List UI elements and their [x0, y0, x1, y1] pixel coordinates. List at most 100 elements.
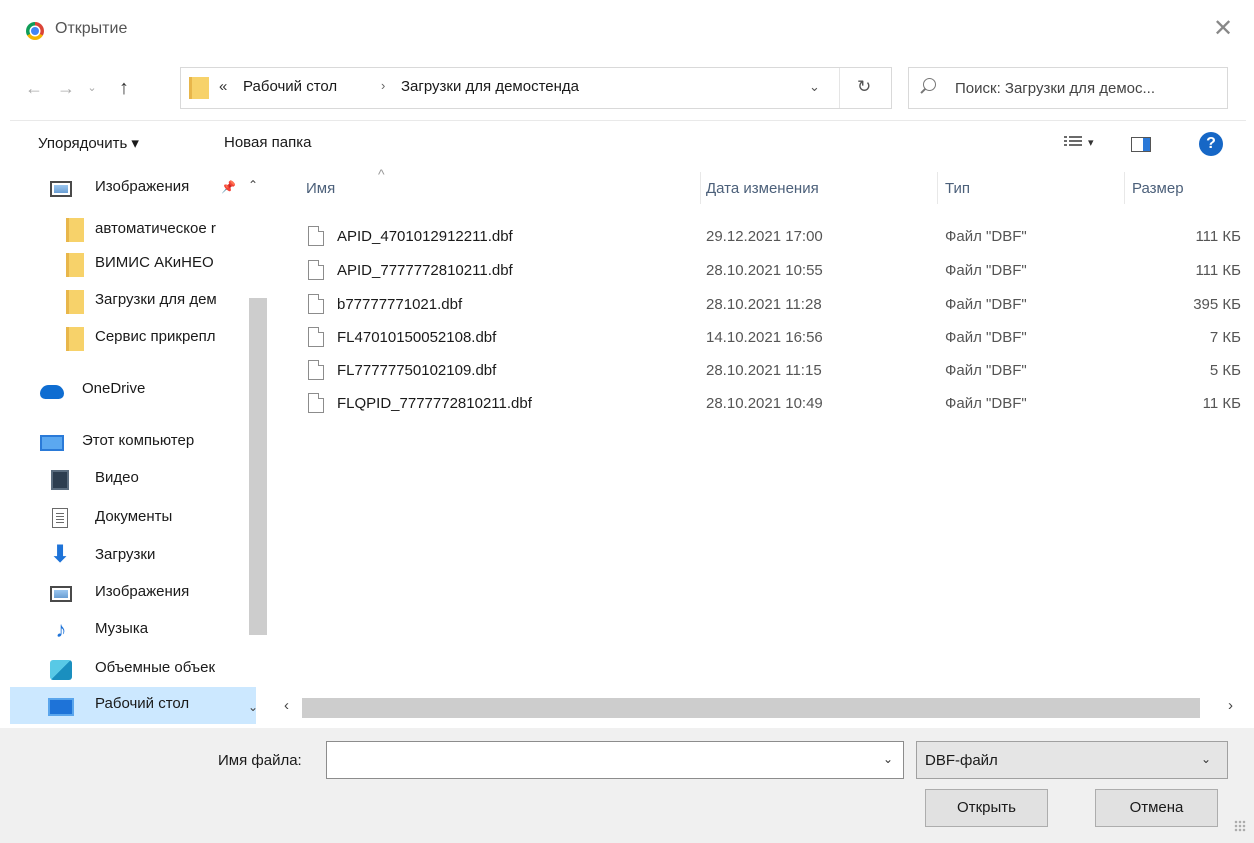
- filename-combobox[interactable]: ⌄: [326, 741, 904, 779]
- images-icon: [50, 181, 72, 197]
- refresh-icon[interactable]: ↻: [857, 77, 871, 97]
- sidebar-item-label: OneDrive: [82, 380, 146, 397]
- breadcrumb-separator-icon[interactable]: ›: [381, 78, 385, 93]
- cancel-button[interactable]: Отмена: [1095, 789, 1218, 827]
- sidebar-item-folder[interactable]: ВИМИС АКиНЕО: [10, 246, 256, 283]
- resize-grip-icon[interactable]: [1234, 820, 1246, 832]
- sidebar-item-images-pinned[interactable]: Изображения 📌: [10, 170, 256, 207]
- sidebar-item-label: Сервис прикрепл: [95, 328, 216, 345]
- images-icon: [50, 586, 72, 602]
- divider: [10, 120, 1246, 121]
- downloads-icon: ⬇: [49, 541, 71, 568]
- sidebar-item-label: Объемные объек: [95, 659, 216, 676]
- file-row[interactable]: FLQPID_7777772810211.dbf 28.10.2021 10:4…: [300, 387, 1245, 421]
- view-options-icon[interactable]: [1064, 136, 1082, 151]
- filename-input[interactable]: [327, 742, 867, 778]
- filename-label: Имя файла:: [218, 752, 302, 769]
- forward-arrow-icon[interactable]: →: [54, 76, 78, 100]
- file-type: Файл "DBF": [945, 262, 1027, 279]
- scroll-right-arrow-icon[interactable]: ›: [1228, 697, 1233, 714]
- file-icon: [308, 226, 324, 246]
- file-size: 111 КБ: [1195, 228, 1241, 245]
- sidebar-item-label: Изображения: [95, 583, 190, 600]
- sidebar-item-documents[interactable]: Документы: [10, 500, 256, 537]
- preview-pane-icon[interactable]: [1131, 137, 1151, 152]
- help-icon[interactable]: ?: [1199, 132, 1223, 156]
- file-type: Файл "DBF": [945, 296, 1027, 313]
- file-name: FLQPID_7777772810211.dbf: [337, 395, 532, 412]
- pin-icon[interactable]: 📌: [221, 180, 236, 194]
- file-date: 14.10.2021 16:56: [706, 329, 823, 346]
- cloud-icon: [40, 385, 64, 399]
- search-box[interactable]: [908, 67, 1228, 109]
- video-icon: [51, 470, 69, 490]
- sidebar-item-label: Музыка: [95, 620, 149, 637]
- open-button[interactable]: Открыть: [925, 789, 1048, 827]
- computer-icon: [40, 435, 64, 451]
- file-icon: [308, 393, 324, 413]
- sidebar-item-folder[interactable]: автоматическое r: [10, 211, 256, 248]
- chevron-down-icon[interactable]: ⌄: [809, 79, 820, 95]
- up-arrow-icon[interactable]: ↑: [112, 76, 136, 100]
- column-divider[interactable]: [1124, 172, 1125, 204]
- column-divider[interactable]: [937, 172, 938, 204]
- column-header-name[interactable]: Имя: [306, 180, 335, 197]
- organize-button[interactable]: Упорядочить ▾: [38, 134, 139, 152]
- horizontal-scrollbar-thumb[interactable]: [302, 698, 1200, 718]
- column-header-size[interactable]: Размер: [1132, 180, 1184, 197]
- folder-icon: [66, 327, 84, 351]
- file-type: Файл "DBF": [945, 395, 1027, 412]
- breadcrumb-downloads-demo[interactable]: Загрузки для демостенда: [401, 78, 579, 95]
- chevron-down-icon[interactable]: ⌄: [1201, 752, 1211, 766]
- file-date: 29.12.2021 17:00: [706, 228, 823, 245]
- file-name: APID_4701012912211.dbf: [337, 228, 513, 245]
- file-row[interactable]: APID_7777772810211.dbf 28.10.2021 10:55 …: [300, 254, 1245, 288]
- sidebar-item-label: Этот компьютер: [82, 432, 195, 449]
- scroll-left-arrow-icon[interactable]: ‹: [284, 697, 289, 714]
- music-icon: ♪: [55, 617, 67, 642]
- file-row[interactable]: APID_4701012912211.dbf 29.12.2021 17:00 …: [300, 220, 1245, 254]
- column-header-date[interactable]: Дата изменения: [706, 180, 819, 197]
- close-icon[interactable]: ✕: [1208, 14, 1238, 44]
- breadcrumb-desktop[interactable]: Рабочий стол: [243, 78, 337, 95]
- sidebar-item-folder[interactable]: Сервис прикрепл: [10, 320, 256, 357]
- new-folder-button[interactable]: Новая папка: [224, 134, 311, 151]
- back-arrow-icon[interactable]: ←: [22, 76, 46, 100]
- sidebar-item-downloads[interactable]: ⬇ Загрузки: [10, 538, 256, 575]
- documents-icon: [52, 508, 68, 528]
- sidebar-item-this-pc[interactable]: Этот компьютер: [10, 424, 256, 461]
- chevron-down-icon[interactable]: ▾: [1088, 136, 1094, 149]
- column-header-type[interactable]: Тип: [945, 180, 970, 197]
- address-overflow-chevron[interactable]: «: [219, 78, 227, 95]
- chevron-down-icon[interactable]: ⌄: [883, 752, 893, 766]
- file-icon: [308, 327, 324, 347]
- sidebar-item-video[interactable]: Видео: [10, 461, 256, 498]
- sidebar-item-3d-objects[interactable]: Объемные объек: [10, 651, 256, 688]
- folder-icon: [189, 77, 209, 99]
- recent-locations-chevron-icon[interactable]: ⌄: [84, 76, 100, 100]
- sidebar-item-desktop[interactable]: Рабочий стол: [10, 687, 256, 724]
- sidebar-item-label: Рабочий стол: [95, 695, 190, 712]
- file-row[interactable]: b77777771021.dbf 28.10.2021 11:28 Файл "…: [300, 288, 1245, 322]
- sidebar-item-onedrive[interactable]: OneDrive: [10, 372, 256, 409]
- navigation-scrollbar-thumb[interactable]: [249, 298, 267, 635]
- scroll-up-arrow-icon[interactable]: ⌃: [248, 178, 258, 192]
- chrome-icon: [26, 22, 44, 40]
- file-type: Файл "DBF": [945, 228, 1027, 245]
- sidebar-item-label: ВИМИС АКиНЕО: [95, 254, 214, 271]
- sort-ascending-icon: ^: [378, 166, 385, 182]
- file-type-select[interactable]: DBF-файл ⌄: [916, 741, 1228, 779]
- dialog-title: Открытие: [55, 20, 128, 37]
- sidebar-item-images[interactable]: Изображения: [10, 575, 256, 612]
- sidebar-item-folder[interactable]: Загрузки для дем: [10, 283, 256, 320]
- sidebar-item-label: Загрузки для дем: [95, 291, 217, 308]
- scroll-down-arrow-icon[interactable]: ⌄: [248, 700, 258, 714]
- search-input[interactable]: [955, 68, 1225, 108]
- column-divider[interactable]: [700, 172, 701, 204]
- address-divider: [839, 68, 840, 108]
- navigation-pane: Изображения 📌 автоматическое r ВИМИС АКи…: [10, 170, 270, 724]
- sidebar-item-music[interactable]: ♪ Музыка: [10, 612, 256, 649]
- file-row[interactable]: FL77777750102109.dbf 28.10.2021 11:15 Фа…: [300, 354, 1245, 388]
- address-bar[interactable]: « Рабочий стол › Загрузки для демостенда…: [180, 67, 892, 109]
- file-row[interactable]: FL47010150052108.dbf 14.10.2021 16:56 Фа…: [300, 321, 1245, 355]
